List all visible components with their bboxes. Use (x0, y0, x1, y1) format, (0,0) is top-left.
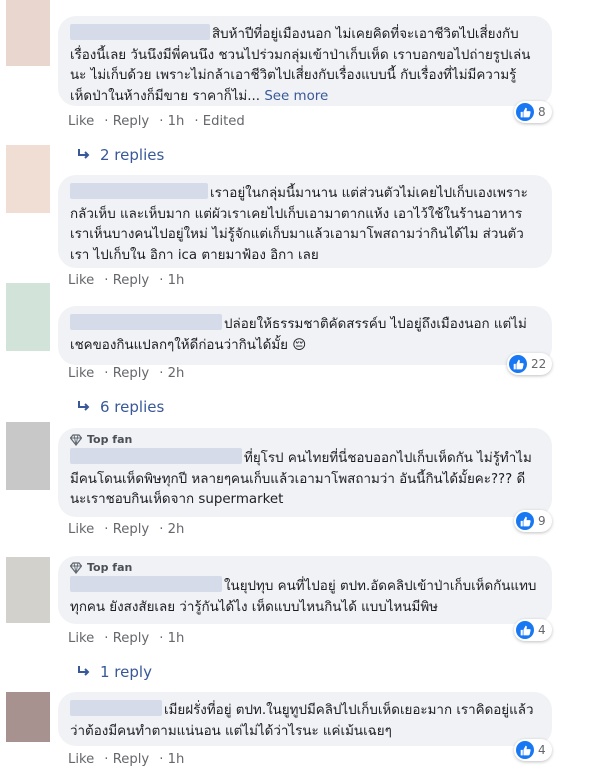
commenter-avatar[interactable] (6, 0, 50, 66)
commenter-name-redacted[interactable] (70, 314, 222, 330)
reply-link[interactable]: Reply (113, 631, 150, 646)
reaction-count: 4 (538, 743, 546, 757)
comment-time[interactable]: 1h (168, 752, 185, 767)
commenter-avatar[interactable] (6, 283, 50, 351)
reaction-count: 9 (538, 514, 546, 528)
reaction-summary[interactable]: 9 (514, 510, 552, 532)
like-link[interactable]: Like (68, 366, 94, 381)
like-link[interactable]: Like (68, 114, 94, 129)
reply-arrow-icon (78, 666, 90, 676)
like-link[interactable]: Like (68, 273, 94, 288)
diamond-icon (70, 561, 82, 574)
comment-actions: Like · Reply · 1h (68, 752, 185, 767)
reply-link[interactable]: Reply (113, 366, 150, 381)
thumbs-up-icon (516, 621, 534, 639)
reaction-summary[interactable]: 4 (514, 739, 552, 761)
comment-time[interactable]: 1h (168, 631, 185, 646)
see-more-link[interactable]: See more (264, 89, 328, 104)
comment-bubble: ปล่อยให้ธรรมชาติคัดสรรค์บ ไปอยู่ถึงเมือง… (58, 306, 552, 365)
like-link[interactable]: Like (68, 631, 94, 646)
comment-bubble: สิบห้าปีที่อยู่เมืองนอก ไม่เคยคิดที่จะเอ… (58, 16, 552, 106)
reaction-summary[interactable]: 22 (507, 353, 553, 375)
reply-arrow-icon (78, 149, 90, 159)
reply-link[interactable]: Reply (113, 273, 150, 288)
view-replies[interactable]: 2 replies (76, 146, 164, 164)
comment-time[interactable]: 1h (168, 114, 185, 129)
reaction-summary[interactable]: 8 (514, 101, 552, 123)
replies-count: 1 reply (100, 663, 152, 681)
commenter-name-redacted[interactable] (70, 700, 162, 716)
reaction-count: 8 (538, 105, 546, 119)
top-fan-badge: Top fan (70, 561, 540, 574)
commenter-avatar[interactable] (6, 145, 50, 213)
replies-count: 6 replies (100, 398, 165, 416)
commenter-avatar[interactable] (6, 422, 50, 490)
like-link[interactable]: Like (68, 752, 94, 767)
reaction-count: 4 (538, 623, 546, 637)
comment-actions: Like · Reply · 1h (68, 631, 185, 646)
comment-text: สิบห้าปีที่อยู่เมืองนอก ไม่เคยคิดที่จะเอ… (70, 24, 540, 107)
comment-text: ปล่อยให้ธรรมชาติคัดสรรค์บ ไปอยู่ถึงเมือง… (70, 314, 540, 356)
comment-actions: Like · Reply · 1h (68, 273, 185, 288)
commenter-avatar[interactable] (6, 557, 50, 623)
diamond-icon (70, 433, 82, 446)
comment-time[interactable]: 2h (168, 522, 185, 537)
commenter-name-redacted[interactable] (70, 576, 222, 592)
commenter-name-redacted[interactable] (70, 448, 242, 464)
comment-bubble: เราอยู่ในกลุ่มนี้มานาน แต่ส่วนตัวไม่เคยไ… (58, 175, 552, 268)
thumbs-up-icon (516, 741, 534, 759)
edited-label: Edited (202, 114, 245, 129)
thumbs-up-icon (516, 103, 534, 121)
like-link[interactable]: Like (68, 522, 94, 537)
comment-actions: Like · Reply · 2h (68, 366, 185, 381)
comment-actions: Like · Reply · 2h (68, 522, 185, 537)
comment-actions: Like · Reply · 1h · Edited (68, 114, 245, 129)
comment-bubble: Top fan ที่ยุโรป คนไทยที่นี่ชอบออกไปเก็บ… (58, 428, 552, 517)
comment-time[interactable]: 1h (168, 273, 185, 288)
commenter-name-redacted[interactable] (70, 183, 208, 199)
comment-text: เราอยู่ในกลุ่มนี้มานาน แต่ส่วนตัวไม่เคยไ… (70, 183, 540, 266)
comment-text: เมียฝรั่งที่อยู่ ตปท.ในยูทูปมีคลิปไปเก็บ… (70, 700, 540, 742)
reply-arrow-icon (78, 401, 90, 411)
commenter-name-redacted[interactable] (70, 24, 210, 40)
reaction-summary[interactable]: 4 (514, 619, 552, 641)
reply-link[interactable]: Reply (113, 522, 150, 537)
replies-count: 2 replies (100, 146, 165, 164)
top-fan-badge: Top fan (70, 433, 540, 446)
reaction-count: 22 (531, 357, 547, 371)
comment-time[interactable]: 2h (168, 366, 185, 381)
view-replies[interactable]: 6 replies (76, 398, 164, 416)
view-replies[interactable]: 1 reply (76, 663, 152, 681)
commenter-avatar[interactable] (6, 692, 50, 742)
comment-text: ในยุปทุบ คนที่ไปอยู่ ตปท.อัดคลิปเข้าป่าเ… (70, 576, 540, 618)
reply-link[interactable]: Reply (113, 114, 150, 129)
comment-bubble: Top fan ในยุปทุบ คนที่ไปอยู่ ตปท.อัดคลิป… (58, 556, 552, 624)
comment-bubble: เมียฝรั่งที่อยู่ ตปท.ในยูทูปมีคลิปไปเก็บ… (58, 692, 552, 746)
thumbs-up-icon (516, 512, 534, 530)
reply-link[interactable]: Reply (113, 752, 150, 767)
comment-text: ที่ยุโรป คนไทยที่นี่ชอบออกไปเก็บเห็ดกัน … (70, 448, 540, 511)
thumbs-up-icon (509, 355, 527, 373)
